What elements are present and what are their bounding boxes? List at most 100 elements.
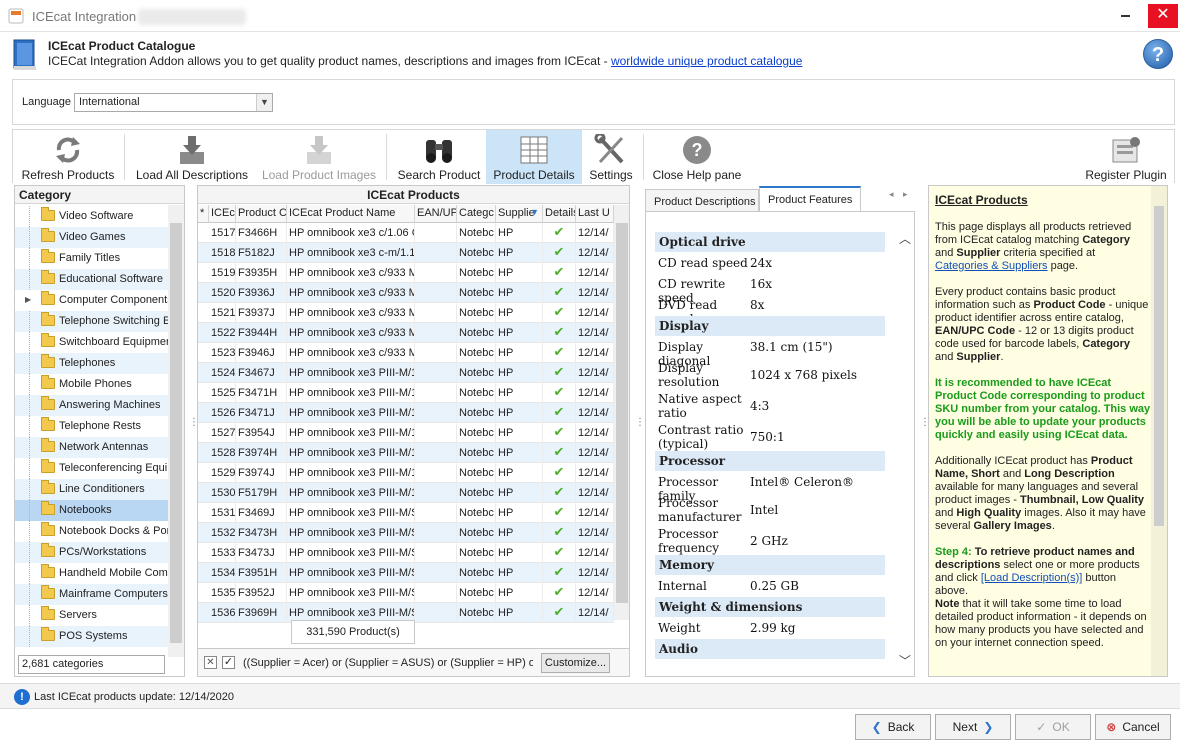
table-row[interactable]: 1527 F3954J HP omnibook xe3 PIII-M/1 Notebc… [198,423,614,443]
category-scrollbar[interactable] [168,205,184,657]
scrollbar-thumb[interactable] [616,223,628,603]
load-descriptions-link[interactable]: [Load Description(s)] [981,572,1083,584]
cell-ean-upc [415,523,457,543]
column-header-product-name[interactable]: ICEcat Product Name [287,205,415,223]
column-header-supplier[interactable]: Supplie ▼ [496,205,543,223]
scrollbar-thumb[interactable] [1154,206,1164,526]
category-item[interactable]: Line Conditioners [15,479,168,500]
categories-suppliers-link[interactable]: Categories & Suppliers [935,260,1048,272]
table-row[interactable]: 1531 F3469J HP omnibook xe3 PIII-M/S Notebc… [198,503,614,523]
category-item[interactable]: Servers [15,605,168,626]
ok-button[interactable]: ✓ OK [1015,714,1091,740]
check-icon: ✔ [543,303,576,323]
customize-filter-button[interactable]: Customize... [541,653,610,673]
category-item[interactable]: Switchboard Equipmer [15,332,168,353]
category-item[interactable]: Telephones [15,353,168,374]
clear-filter-button[interactable]: ✕ [204,656,217,669]
column-header-category[interactable]: Categc [457,205,496,223]
cell-category: Notebc [457,463,496,483]
column-header-details[interactable]: Details [543,205,576,223]
column-header-new-row[interactable]: * [198,205,209,223]
help-scrollbar[interactable] [1151,186,1167,676]
table-row[interactable]: 1533 F3473J HP omnibook xe3 PIII-M/S Notebc… [198,543,614,563]
language-select[interactable]: International ▼ [74,93,273,112]
category-item[interactable]: Telephone Switching E [15,311,168,332]
category-item[interactable]: ▶ Computer Components [15,290,168,311]
table-row[interactable]: 1517 F3466H HP omnibook xe3 c/1.06 G Notebc… [198,223,614,243]
back-button[interactable]: ❮ Back [855,714,931,740]
column-header-icecat-id[interactable]: ICEc [209,205,236,223]
splitter-grip-icon[interactable]: ⋮ [635,418,645,442]
settings-button[interactable]: Settings [583,130,639,184]
cell-supplier: HP [496,223,543,243]
table-row[interactable]: 1526 F3471J HP omnibook xe3 PIII-M/1 Notebc… [198,403,614,423]
tab-product-features[interactable]: Product Features [759,186,861,212]
products-scrollbar[interactable] [614,205,629,620]
table-row[interactable]: 1520 F3936J HP omnibook xe3 c/933 M Notebc H… [198,283,614,303]
next-button[interactable]: Next ❯ [935,714,1011,740]
folder-icon [41,375,55,389]
table-row[interactable]: 1518 F5182J HP omnibook xe3 c-m/1.1 Notebc H… [198,243,614,263]
chevron-down-icon[interactable]: ﹀ [897,652,913,668]
filter-expression[interactable]: ((Supplier = Acer) or (Supplier = ASUS) … [243,657,533,669]
category-item[interactable]: PCs/Workstations [15,542,168,563]
category-item[interactable]: Family Titles [15,248,168,269]
load-product-images-button[interactable]: Load Product Images [257,130,381,184]
table-row[interactable]: 1530 F5179H HP omnibook xe3 PIII-M/1 Notebc… [198,483,614,503]
category-item[interactable]: Video Software [15,206,168,227]
features-scrollbar[interactable]: ︿ ﹀ [895,226,914,676]
folder-icon [41,438,55,452]
table-row[interactable]: 1523 F3946J HP omnibook xe3 c/933 M Notebc H… [198,343,614,363]
splitter-grip-icon[interactable]: ⋮ [189,418,199,442]
category-item[interactable]: Teleconferencing Equi [15,458,168,479]
filter-enabled-checkbox[interactable]: ✓ [222,656,235,669]
table-row[interactable]: 1528 F3974H HP omnibook xe3 PIII-M/1 Notebc… [198,443,614,463]
category-item[interactable]: Mobile Phones [15,374,168,395]
category-item[interactable]: Educational Software [15,269,168,290]
splitter-grip-icon[interactable]: ⋮ [920,418,930,442]
cell-category: Notebc [457,343,496,363]
table-row[interactable]: 1534 F3951H HP omnibook xe3 PIII-M/S Notebc… [198,563,614,583]
column-header-ean-upc[interactable]: EAN/UP [415,205,457,223]
catalogue-link[interactable]: worldwide unique product catalogue [611,54,802,68]
minimize-button[interactable] [1114,4,1138,28]
category-item-label: Telephone Switching E [59,315,168,327]
register-plugin-button[interactable]: Register Plugin [1081,130,1171,184]
table-row[interactable]: 1535 F3952J HP omnibook xe3 PIII-M/S Notebc… [198,583,614,603]
tab-scroll-right-icon[interactable]: ▸ [903,189,908,200]
cancel-button[interactable]: ⊗ Cancel [1095,714,1171,740]
load-all-descriptions-button[interactable]: Load All Descriptions [133,130,251,184]
search-product-button[interactable]: Search Product [393,130,485,184]
category-item[interactable]: Mainframe Computers [15,584,168,605]
close-window-button[interactable]: ✕ [1148,4,1178,28]
table-row[interactable]: 1529 F3974J HP omnibook xe3 PIII-M/1 Notebc… [198,463,614,483]
scrollbar-thumb[interactable] [170,223,182,643]
category-item[interactable]: POS Systems [15,626,168,647]
tab-product-descriptions[interactable]: Product Descriptions [645,189,759,212]
expand-arrow-icon[interactable]: ▶ [25,295,31,304]
filter-funnel-icon[interactable]: ▼ [530,207,539,217]
check-icon: ✔ [543,343,576,363]
category-item[interactable]: Video Games [15,227,168,248]
category-item[interactable]: Notebook Docks & Por [15,521,168,542]
category-item-selected[interactable]: Notebooks [15,500,168,521]
column-header-last-updated[interactable]: Last U [576,205,614,223]
table-row[interactable]: 1519 F3935H HP omnibook xe3 c/933 M Notebc H… [198,263,614,283]
product-details-button[interactable]: Product Details [486,130,582,184]
category-item[interactable]: Answering Machines [15,395,168,416]
table-row[interactable]: 1522 F3944H HP omnibook xe3 c/933 M Notebc H… [198,323,614,343]
table-row[interactable]: 1524 F3467J HP omnibook xe3 PIII-M/1 Notebc… [198,363,614,383]
table-row[interactable]: 1521 F3937J HP omnibook xe3 c/933 M Notebc H… [198,303,614,323]
category-item[interactable]: Handheld Mobile Comp [15,563,168,584]
close-help-pane-button[interactable]: ? Close Help pane [649,130,745,184]
refresh-products-button[interactable]: Refresh Products [13,130,123,184]
column-header-product-code[interactable]: Product C [236,205,287,223]
category-item[interactable]: Telephone Rests [15,416,168,437]
table-row[interactable]: 1532 F3473H HP omnibook xe3 PIII-M/S Notebc… [198,523,614,543]
help-button[interactable]: ? [1143,39,1173,69]
tab-scroll-left-icon[interactable]: ◂ [889,189,894,200]
toolbar-divider [386,134,387,180]
table-row[interactable]: 1525 F3471H HP omnibook xe3 PIII-M/1 Notebc… [198,383,614,403]
chevron-up-icon[interactable]: ︿ [897,230,913,246]
category-item[interactable]: Network Antennas [15,437,168,458]
